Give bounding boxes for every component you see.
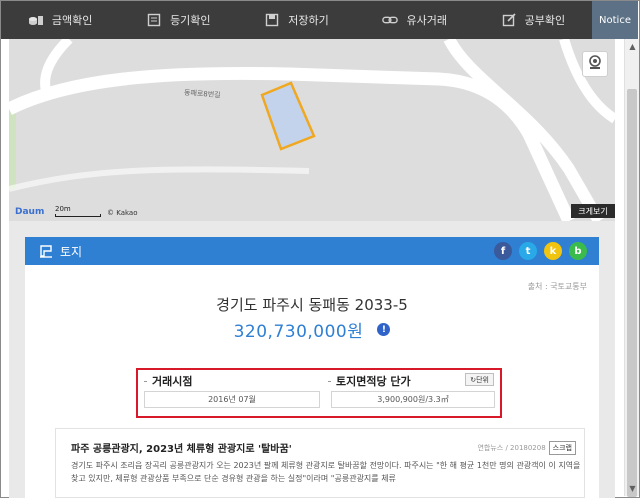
scroll-down-arrow-icon[interactable]: ▼ bbox=[625, 481, 640, 496]
unit-price-value: 3,900,900원/3.3㎡ bbox=[331, 391, 495, 408]
top-toolbar: 금액확인 등기확인 저장하기 유사거래 공부확인 Notice bbox=[1, 1, 639, 39]
data-source: 출처 : 국토교통부 bbox=[527, 282, 587, 291]
vertical-scrollbar[interactable]: ▲ ▼ bbox=[624, 39, 640, 497]
land-section-title: 토지 bbox=[60, 244, 83, 259]
edit-icon bbox=[501, 13, 517, 27]
public-record-button[interactable]: 공부확인 bbox=[474, 1, 592, 39]
land-section-header: 토지 f t k b bbox=[25, 237, 599, 265]
public-record-label: 공부확인 bbox=[524, 14, 566, 27]
map-scale-label: 20m bbox=[55, 205, 71, 213]
scrap-button[interactable]: 스크랩 bbox=[548, 441, 576, 455]
unit-price-label: 토지면적당 단가 bbox=[328, 373, 411, 389]
map-roads bbox=[9, 39, 615, 221]
share-buttons: f t k b bbox=[494, 242, 587, 260]
band-share-icon[interactable]: b bbox=[569, 242, 587, 260]
transaction-details-box: 거래시점 2016년 07월 토지면적당 단가 ↻ 단위 3,900,900원/3… bbox=[136, 368, 502, 418]
property-address: 경기도 파주시 동패동 2033-5 bbox=[216, 296, 408, 314]
registry-check-button[interactable]: 등기확인 bbox=[119, 1, 237, 39]
scrollbar-thumb[interactable] bbox=[627, 89, 637, 497]
land-icon bbox=[39, 244, 53, 258]
transaction-time-column: 거래시점 bbox=[144, 373, 192, 389]
save-label: 저장하기 bbox=[288, 14, 329, 27]
big-view-button[interactable]: 크게보기 bbox=[571, 204, 615, 218]
similar-deals-button[interactable]: 유사거래 bbox=[356, 1, 474, 39]
roadview-button[interactable] bbox=[582, 51, 608, 77]
transaction-time-value: 2016년 07월 bbox=[144, 391, 320, 408]
price-row: 320,730,000원 ! bbox=[25, 317, 599, 342]
link-icon bbox=[382, 13, 399, 27]
property-price: 320,730,000원 bbox=[233, 322, 364, 342]
news-meta: 연합뉴스 / 20180208 스크랩 bbox=[477, 441, 576, 455]
price-check-label: 금액확인 bbox=[51, 14, 93, 27]
notice-button[interactable]: Notice bbox=[592, 1, 639, 39]
similar-deals-label: 유사거래 bbox=[406, 14, 447, 27]
save-button[interactable]: 저장하기 bbox=[237, 1, 355, 39]
document-icon bbox=[146, 13, 162, 27]
registry-check-label: 등기확인 bbox=[170, 14, 211, 27]
price-check-button[interactable]: 금액확인 bbox=[1, 1, 119, 39]
kakaostory-share-icon[interactable]: k bbox=[544, 242, 562, 260]
unit-toggle-button[interactable]: ↻ 단위 bbox=[465, 373, 494, 386]
news-source-date: 연합뉴스 / 20180208 bbox=[477, 444, 546, 452]
news-article[interactable]: 파주 공릉관광지, 2023년 체류형 관광지로 '탈바꿈' 연합뉴스 / 20… bbox=[55, 428, 585, 498]
facebook-share-icon[interactable]: f bbox=[494, 242, 512, 260]
map-scale-bar bbox=[55, 214, 101, 217]
save-icon bbox=[264, 13, 280, 27]
price-info-icon[interactable]: ! bbox=[377, 323, 391, 336]
land-info-card: 토지 f t k b 출처 : 국토교통부 경기도 파주시 동패동 2033-5… bbox=[25, 237, 599, 498]
camera-icon bbox=[587, 54, 603, 74]
coins-icon bbox=[28, 13, 44, 27]
news-body: 경기도 파주시 조리읍 장곡리 공릉관광지가 오는 2023년 팔께 체류형 관… bbox=[71, 461, 581, 483]
news-title[interactable]: 파주 공릉관광지, 2023년 체류형 관광지로 '탈바꿈' bbox=[71, 440, 292, 455]
scroll-up-arrow-icon[interactable]: ▲ bbox=[625, 39, 640, 54]
map-view[interactable]: 동패로8번길 Daum 20m © Kakao 크게보기 bbox=[9, 39, 615, 221]
unit-price-column: 토지면적당 단가 bbox=[328, 373, 411, 389]
twitter-share-icon[interactable]: t bbox=[519, 242, 537, 260]
map-copyright: © Kakao bbox=[107, 209, 138, 217]
daum-logo: Daum bbox=[15, 207, 45, 217]
transaction-time-label: 거래시점 bbox=[144, 373, 192, 389]
